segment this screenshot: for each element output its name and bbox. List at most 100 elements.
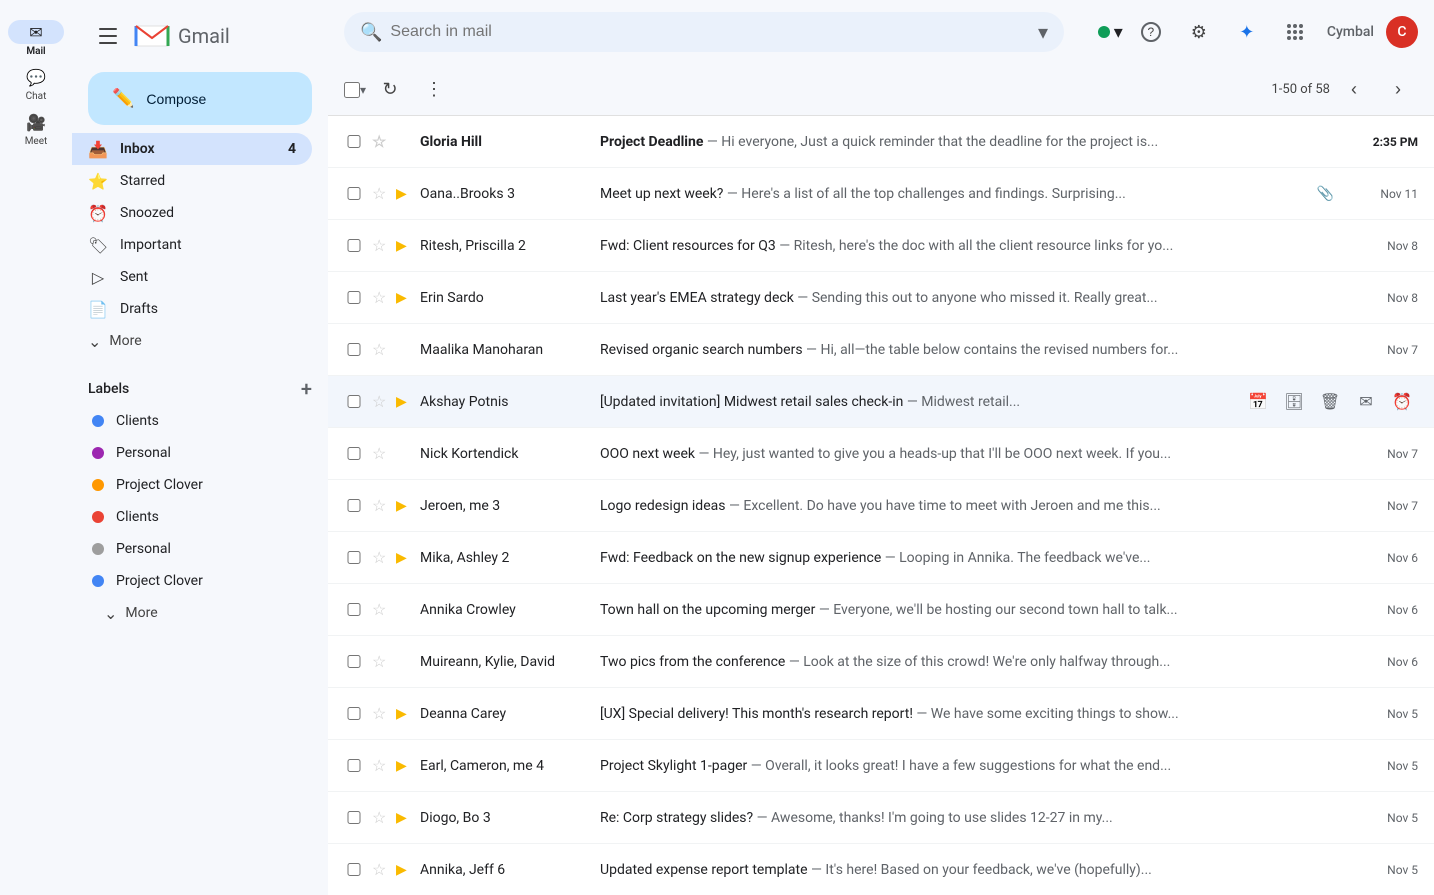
help-button[interactable]: ? (1131, 12, 1171, 52)
subject-preview: [UX] Special delivery! This month's rese… (600, 706, 1338, 722)
meet-nav-icon[interactable]: 🎥 Meet (0, 106, 72, 151)
search-dropdown-icon[interactable]: ▾ (1038, 20, 1048, 44)
row-checkbox[interactable] (344, 395, 364, 408)
snooze-button[interactable]: ⏰ (1386, 386, 1418, 418)
star-icon[interactable]: ☆ (372, 808, 392, 827)
star-icon[interactable]: ☆ (372, 860, 392, 879)
star-icon[interactable]: ☆ (372, 756, 392, 775)
star-icon[interactable]: ☆ (372, 704, 392, 723)
next-page-button[interactable]: › (1378, 70, 1418, 110)
chat-nav-icon[interactable]: 💬 Chat (0, 61, 72, 106)
refresh-icon: ↻ (382, 79, 397, 100)
more-options-button[interactable]: ⋮ (414, 70, 454, 110)
email-row[interactable]: ☆ ▶ Nick Kortendick OOO next week — Hey,… (328, 428, 1434, 480)
labels-more-button[interactable]: ⌄ More (88, 597, 296, 629)
email-row[interactable]: ☆ ▶ Erin Sardo Last year's EMEA strategy… (328, 272, 1434, 324)
row-checkbox[interactable] (344, 499, 364, 512)
archive-button[interactable]: 🗄 (1278, 386, 1310, 418)
sidebar-item-inbox[interactable]: 📥 Inbox 4 (72, 133, 312, 165)
account-avatar[interactable]: C (1386, 16, 1418, 48)
subject-preview: Logo redesign ideas — Excellent. Do have… (600, 498, 1338, 514)
row-checkbox[interactable] (344, 603, 364, 616)
star-icon[interactable]: ☆ (372, 444, 392, 463)
row-checkbox[interactable] (344, 239, 364, 252)
status-indicator[interactable]: ▾ (1098, 22, 1123, 43)
sidebar-item-snoozed[interactable]: ⏰ Snoozed (72, 197, 312, 229)
search-input[interactable] (390, 23, 1030, 41)
row-checkbox[interactable] (344, 655, 364, 668)
compose-button[interactable]: ✏️ Compose (88, 72, 312, 125)
mail-nav-icon[interactable]: ✉ Mail (0, 16, 72, 61)
email-subject: Two pics from the conference (600, 654, 785, 670)
hamburger-menu[interactable] (88, 16, 128, 56)
labels-more-label: More (125, 605, 157, 621)
label-personal-1[interactable]: Personal (88, 437, 308, 469)
email-row[interactable]: ☆ ► Gloria Hill Project Deadline — Hi ev… (328, 116, 1434, 168)
star-icon[interactable]: ☆ (372, 288, 392, 307)
row-checkbox[interactable] (344, 551, 364, 564)
sidebar-item-drafts[interactable]: 📄 Drafts (72, 293, 312, 325)
label-clients-2[interactable]: Clients (88, 501, 308, 533)
main-navigation: 📥 Inbox 4 ⭐ Starred ⏰ Snoozed 🏷 Importan… (72, 133, 328, 357)
gemini-button[interactable]: ✦ (1227, 12, 1267, 52)
email-row[interactable]: ☆ ▶ Earl, Cameron, me 4 Project Skylight… (328, 740, 1434, 792)
prev-page-button[interactable]: ‹ (1334, 70, 1374, 110)
sidebar-item-sent[interactable]: ▷ Sent (72, 261, 312, 293)
search-bar[interactable]: 🔍 ▾ (344, 12, 1064, 52)
email-row[interactable]: ☆ ▶ Jeroen, me 3 Logo redesign ideas — E… (328, 480, 1434, 532)
mark-as-read-button[interactable]: ✉ (1350, 386, 1382, 418)
subject-preview: Fwd: Feedback on the new signup experien… (600, 550, 1338, 566)
label-clients-1[interactable]: Clients (88, 405, 308, 437)
label-project-clover-1[interactable]: Project Clover (88, 469, 308, 501)
email-row[interactable]: ☆ ▶ Muireann, Kylie, David Two pics from… (328, 636, 1434, 688)
delete-button[interactable]: 🗑 (1314, 386, 1346, 418)
row-checkbox[interactable] (344, 707, 364, 720)
row-checkbox[interactable] (344, 759, 364, 772)
star-icon[interactable]: ☆ (372, 548, 392, 567)
sidebar-item-starred[interactable]: ⭐ Starred (72, 165, 312, 197)
chevron-down-icon: ⌄ (104, 604, 117, 623)
star-icon[interactable]: ☆ (372, 340, 392, 359)
email-row[interactable]: ☆ ▶ Oana..Brooks 3 Meet up next week? — … (328, 168, 1434, 220)
star-icon[interactable]: ☆ (372, 184, 392, 203)
email-row[interactable]: ☆ ▶ Annika Crowley Town hall on the upco… (328, 584, 1434, 636)
select-all-checkbox-group[interactable]: ▾ (344, 82, 366, 98)
email-row[interactable]: ☆ ▶ Deanna Carey [UX] Special delivery! … (328, 688, 1434, 740)
row-checkbox[interactable] (344, 811, 364, 824)
row-checkbox[interactable] (344, 135, 364, 148)
settings-button[interactable]: ⚙ (1179, 12, 1219, 52)
star-icon[interactable]: ☆ (372, 496, 392, 515)
select-all-checkbox[interactable] (344, 82, 360, 98)
email-row[interactable]: ☆ ▶ Annika, Jeff 6 Updated expense repor… (328, 844, 1434, 895)
email-row[interactable]: ☆ ▶ Akshay Potnis [Updated invitation] M… (328, 376, 1434, 428)
email-row[interactable]: ☆ ▶ Maalika Manoharan Revised organic se… (328, 324, 1434, 376)
add-to-calendar-button[interactable]: 📅 (1242, 386, 1274, 418)
label-personal-2[interactable]: Personal (88, 533, 308, 565)
gear-icon: ⚙ (1191, 22, 1207, 43)
add-label-button[interactable]: + (301, 377, 312, 401)
row-checkbox[interactable] (344, 187, 364, 200)
star-icon[interactable]: ☆ (372, 132, 392, 151)
email-row[interactable]: ☆ ▶ Diogo, Bo 3 Re: Corp strategy slides… (328, 792, 1434, 844)
email-subject: Town hall on the upcoming merger (600, 602, 815, 618)
email-row[interactable]: ☆ ▶ Ritesh, Priscilla 2 Fwd: Client reso… (328, 220, 1434, 272)
labels-header: Labels + (88, 373, 312, 405)
star-icon[interactable]: ☆ (372, 236, 392, 255)
refresh-button[interactable]: ↻ (370, 70, 410, 110)
select-dropdown-chevron[interactable]: ▾ (360, 83, 366, 97)
row-checkbox[interactable] (344, 343, 364, 356)
row-checkbox[interactable] (344, 863, 364, 876)
subject-preview: [Updated invitation] Midwest retail sale… (600, 394, 1234, 410)
row-checkbox[interactable] (344, 291, 364, 304)
label-project-clover-2[interactable]: Project Clover (88, 565, 308, 597)
star-icon[interactable]: ☆ (372, 600, 392, 619)
sidebar-item-important[interactable]: 🏷 Important (72, 229, 312, 261)
email-row[interactable]: ☆ ▶ Mika, Ashley 2 Fwd: Feedback on the … (328, 532, 1434, 584)
sidebar-more-button[interactable]: ⌄ More (72, 325, 312, 357)
apps-button[interactable] (1275, 12, 1315, 52)
gemini-icon: ✦ (1239, 22, 1254, 43)
star-icon[interactable]: ☆ (372, 652, 392, 671)
row-checkbox[interactable] (344, 447, 364, 460)
star-icon[interactable]: ☆ (372, 392, 392, 411)
important-icon: ▶ (396, 238, 412, 254)
